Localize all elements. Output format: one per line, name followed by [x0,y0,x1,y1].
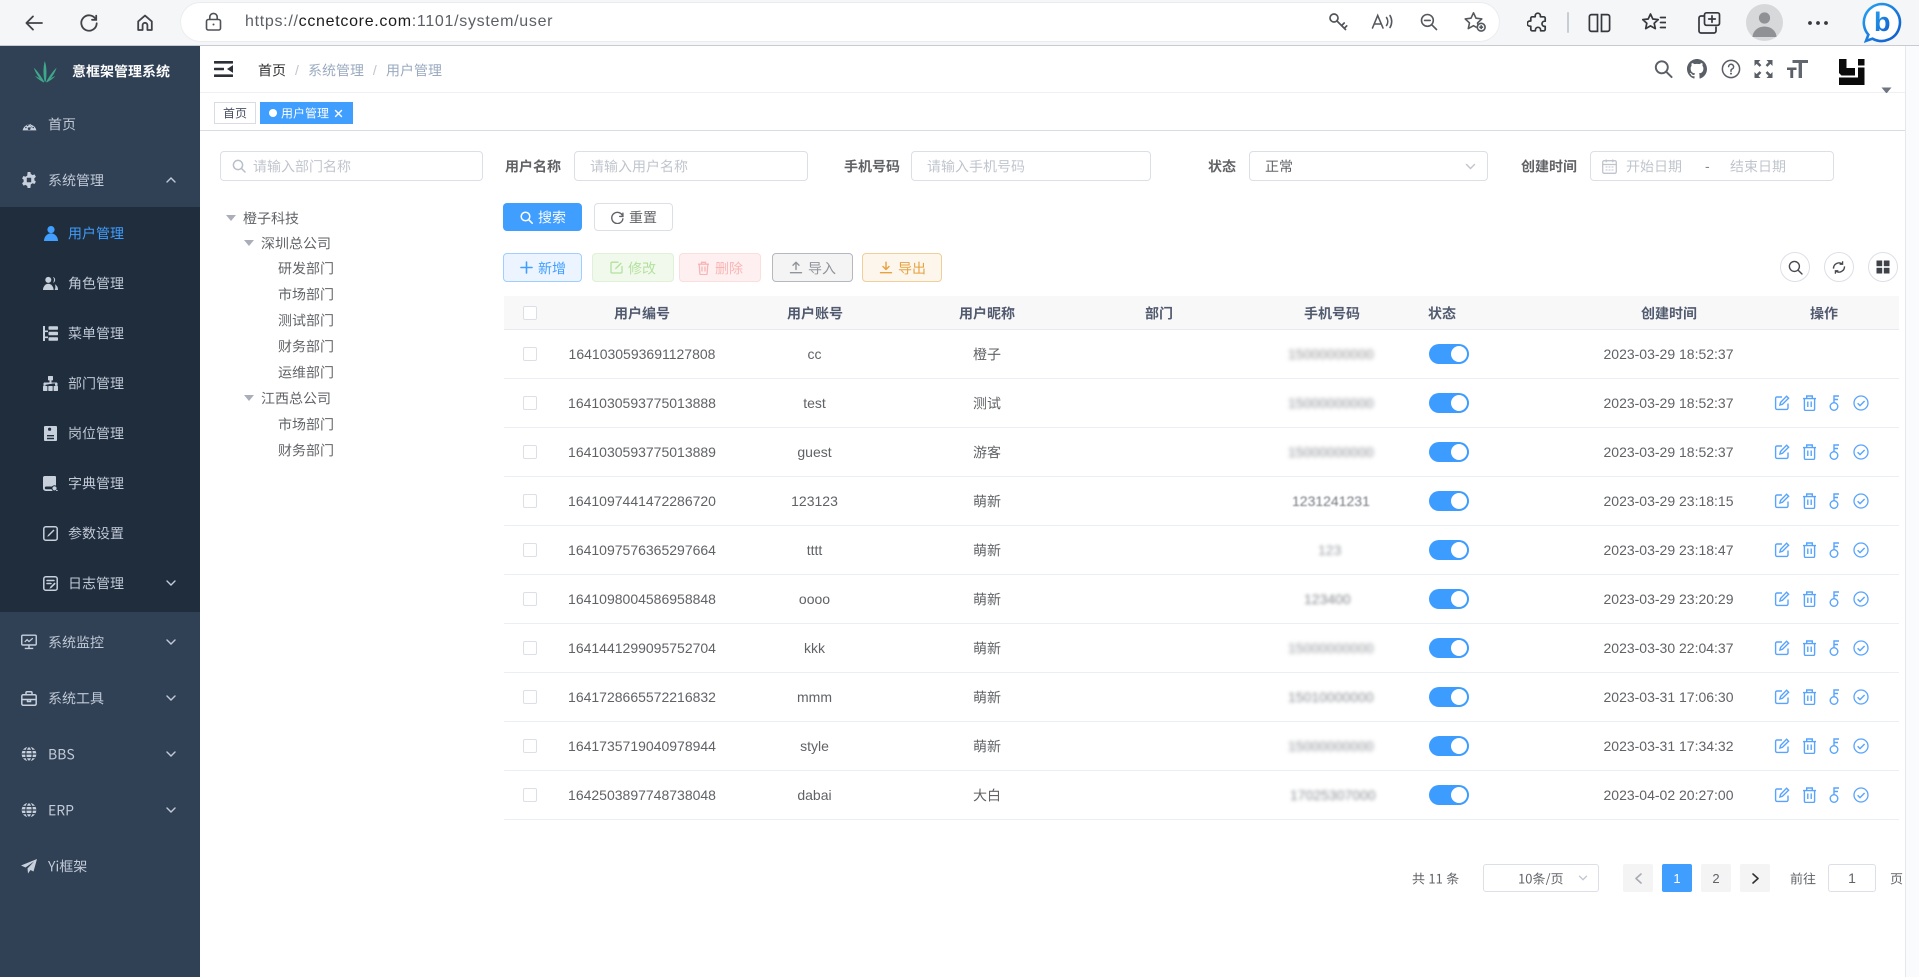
svg-text:b: b [1874,7,1891,37]
